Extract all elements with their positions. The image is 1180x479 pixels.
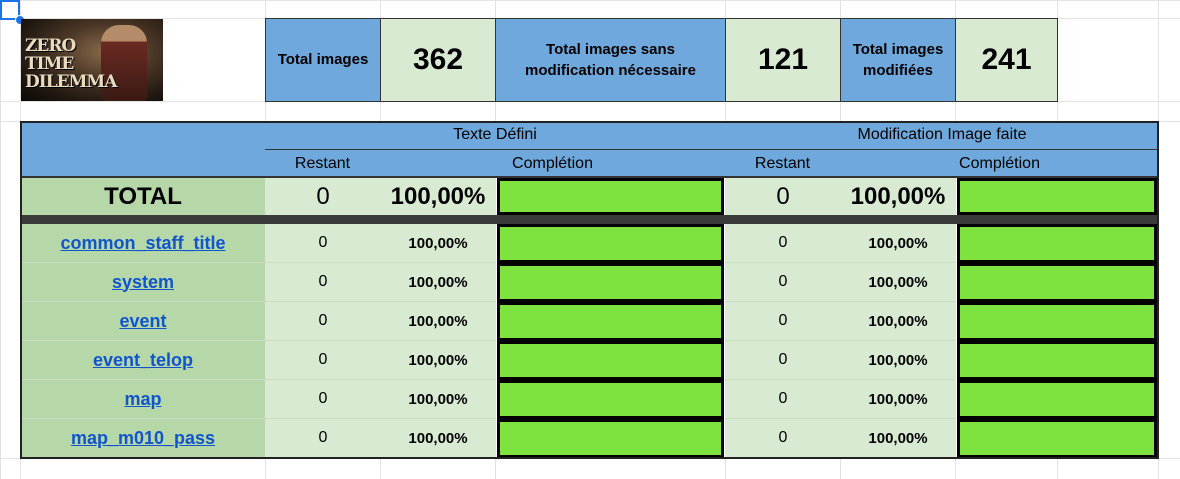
text-pct-cell: 100,00% [380,419,496,458]
sheet-link[interactable]: system [112,272,174,293]
total-text-progress-bar [497,178,724,215]
total-img-pct: 100,00% [840,178,956,215]
text-progress-bar [497,224,724,263]
text-remaining-cell: 0 [265,419,381,458]
text-remaining-cell: 0 [265,224,381,263]
total-text-remaining: 0 [265,178,381,215]
header-text-defini: Texte Défini [265,121,726,150]
sheet-link[interactable]: map_m010_pass [71,428,215,449]
img-progress-bar [957,263,1157,302]
text-progress-bar [497,302,724,341]
total-text-pct: 100,00% [380,178,496,215]
logo-text: ZERO TIME DILEMMA [25,36,117,92]
text-progress-bar [497,263,724,302]
row-label-cell: event [20,302,266,341]
total-img-remaining: 0 [725,178,841,215]
no-mod-value: 121 [725,18,841,102]
text-remaining-cell: 0 [265,302,381,341]
row-label-cell: event_telop [20,341,266,380]
row-label-cell: common_staff_title [20,224,266,263]
sheet-link[interactable]: map [124,389,161,410]
header-corner [20,121,266,177]
sheet-link[interactable]: common_staff_title [60,233,225,254]
total-separator [20,215,1159,224]
text-remaining-cell: 0 [265,263,381,302]
text-pct-cell: 100,00% [380,224,496,263]
img-remaining-cell: 0 [725,263,841,302]
header-restant-text: Restant [265,150,381,177]
text-pct-cell: 100,00% [380,341,496,380]
text-pct-cell: 100,00% [380,380,496,419]
sheet-link[interactable]: event [119,311,166,332]
no-mod-label: Total images sans modification nécessair… [495,18,726,102]
header-completion-text: Complétion [380,150,726,177]
img-pct-cell: 100,00% [840,302,956,341]
text-progress-bar [497,419,724,458]
total-row-label: TOTAL [20,178,266,215]
img-pct-cell: 100,00% [840,263,956,302]
text-remaining-cell: 0 [265,380,381,419]
img-pct-cell: 100,00% [840,380,956,419]
header-modification-image: Modification Image faite [725,121,1159,150]
total-images-value: 362 [380,18,496,102]
img-pct-cell: 100,00% [840,341,956,380]
header-completion-image: Complétion [840,150,1159,177]
total-img-progress-bar [957,178,1157,215]
img-progress-bar [957,224,1157,263]
modified-value: 241 [955,18,1058,102]
modified-label: Total images modifiées [840,18,956,102]
text-pct-cell: 100,00% [380,263,496,302]
img-remaining-cell: 0 [725,419,841,458]
img-pct-cell: 100,00% [840,419,956,458]
img-progress-bar [957,419,1157,458]
header-restant-image: Restant [725,150,841,177]
game-logo-image: ZERO TIME DILEMMA [21,19,163,101]
text-remaining-cell: 0 [265,341,381,380]
img-pct-cell: 100,00% [840,224,956,263]
sheet-link[interactable]: event_telop [93,350,193,371]
img-progress-bar [957,341,1157,380]
img-progress-bar [957,380,1157,419]
img-remaining-cell: 0 [725,341,841,380]
img-remaining-cell: 0 [725,380,841,419]
text-progress-bar [497,341,724,380]
img-remaining-cell: 0 [725,302,841,341]
img-remaining-cell: 0 [725,224,841,263]
img-progress-bar [957,302,1157,341]
row-label-cell: map_m010_pass [20,419,266,458]
text-progress-bar [497,380,724,419]
row-label-cell: system [20,263,266,302]
total-images-label: Total images [265,18,381,102]
row-label-cell: map [20,380,266,419]
text-pct-cell: 100,00% [380,302,496,341]
